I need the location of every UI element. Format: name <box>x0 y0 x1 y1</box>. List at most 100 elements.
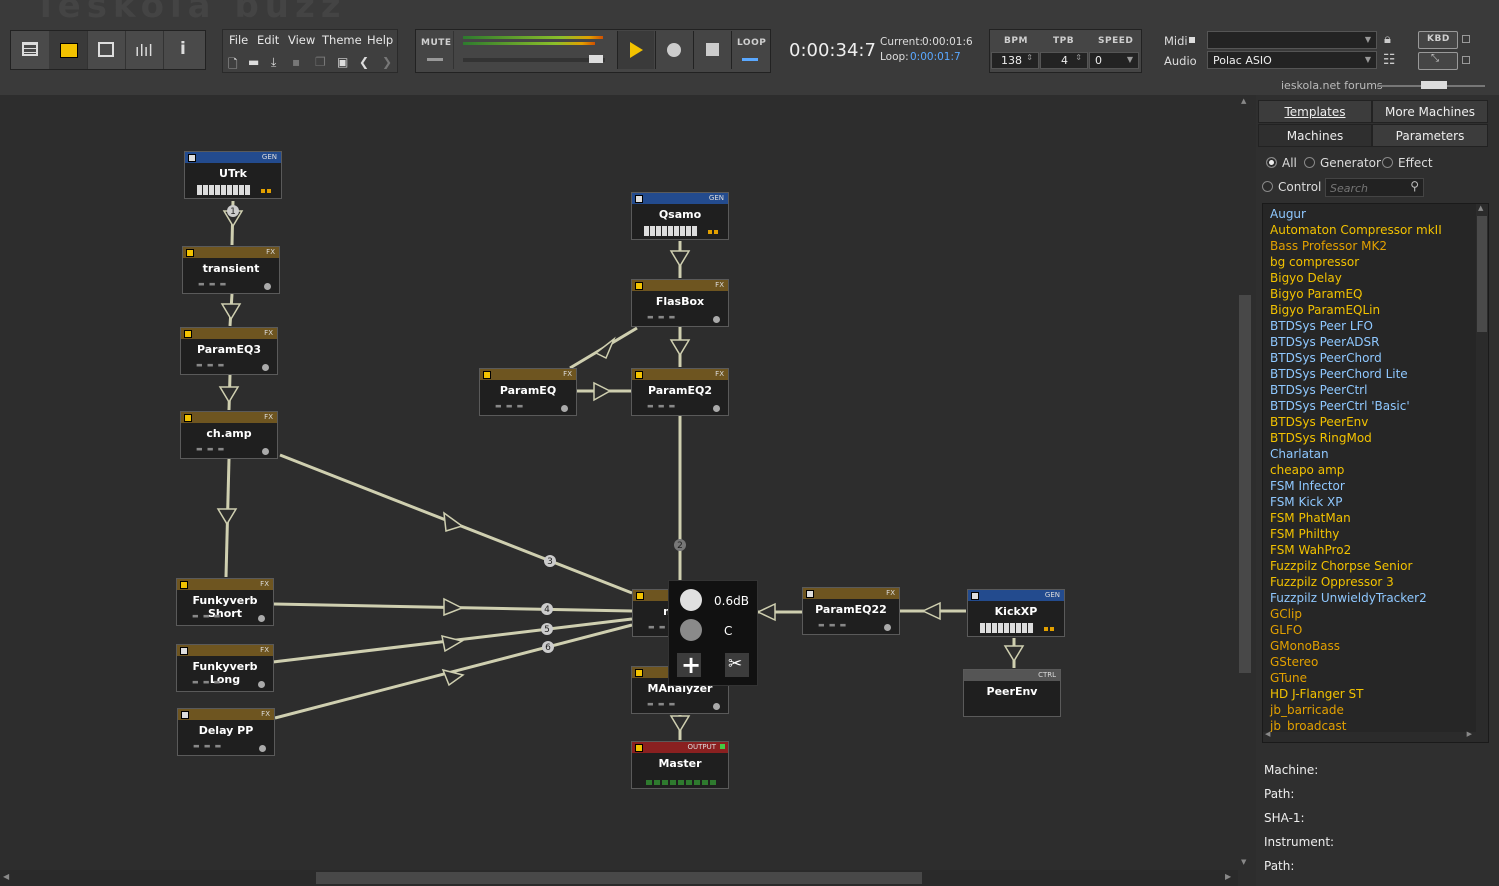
zoom-slider[interactable] <box>1377 81 1485 89</box>
machine-parameq2[interactable]: FX ParamEQ2 ▬ ▬ ▬ <box>631 368 729 416</box>
audio-select[interactable]: Polac ASIO ▼ <box>1207 51 1377 69</box>
machine-list-item[interactable]: GStereo <box>1263 654 1488 670</box>
machine-led[interactable] <box>184 414 192 422</box>
machine-list-item[interactable]: FSM Infector <box>1263 478 1488 494</box>
scroll-right-icon[interactable]: ▶ <box>1467 730 1472 738</box>
add-machine-button[interactable]: + <box>677 651 701 679</box>
machine-list-item[interactable]: Augur <box>1263 206 1488 222</box>
machine-qsamo[interactable]: GEN Qsamo <box>631 192 729 240</box>
machine-view-button[interactable] <box>49 31 88 69</box>
machine-list-item[interactable]: GClip <box>1263 606 1488 622</box>
master-volume-slider[interactable] <box>463 55 605 63</box>
speed-field[interactable]: 0 ▼ <box>1089 52 1139 69</box>
spin-arrows-icon[interactable]: ⇕ <box>1026 53 1033 62</box>
loop-button[interactable]: LOOP <box>731 31 768 69</box>
machine-led[interactable] <box>186 249 194 257</box>
machine-list-item[interactable]: Automaton Compressor mkII <box>1263 222 1488 238</box>
fullscreen-toggle[interactable] <box>1462 56 1470 64</box>
spin-arrows-icon[interactable]: ⇕ <box>1075 53 1082 62</box>
search-icon[interactable]: ⚲ <box>1410 179 1419 193</box>
paste-icon[interactable]: ▣ <box>337 55 348 69</box>
download-icon[interactable]: ⤓ <box>271 55 276 70</box>
pan-knob[interactable] <box>680 619 702 641</box>
machine-list-item[interactable]: BTDSys PeerEnv <box>1263 414 1488 430</box>
machine-led[interactable] <box>483 371 491 379</box>
info-view-button[interactable]: i <box>163 31 205 69</box>
mute-button[interactable]: MUTE <box>417 31 454 69</box>
wavetable-view-button[interactable]: ılıl <box>125 31 164 69</box>
scroll-left-icon[interactable]: ◀ <box>3 872 9 881</box>
disconnect-button[interactable]: ✂ <box>725 653 749 677</box>
forward-arrow-icon[interactable]: ❯ <box>382 55 392 69</box>
canvas-horizontal-thumb[interactable] <box>316 872 922 884</box>
copy-icon[interactable]: ❐ <box>315 55 326 69</box>
machine-list-item[interactable]: Bigyo ParamEQ <box>1263 286 1488 302</box>
machine-led[interactable] <box>635 282 643 290</box>
machine-list-item[interactable]: cheapo amp <box>1263 462 1488 478</box>
machine-led[interactable] <box>635 195 643 203</box>
machine-parameq[interactable]: FX ParamEQ ▬ ▬ ▬ <box>479 368 577 416</box>
stop-button[interactable] <box>693 31 730 69</box>
scroll-up-icon[interactable]: ▲ <box>1478 204 1483 212</box>
tab-more-machines[interactable]: More Machines <box>1372 100 1488 123</box>
scroll-left-icon[interactable]: ◀ <box>1265 730 1270 738</box>
machine-transient[interactable]: FX transient ▬ ▬ ▬ <box>182 246 280 294</box>
machine-list-item[interactable]: Bigyo Delay <box>1263 270 1488 286</box>
machine-list-item[interactable]: GMonoBass <box>1263 638 1488 654</box>
master-volume-handle[interactable] <box>589 55 603 63</box>
machine-list-item[interactable]: Bigyo ParamEQLin <box>1263 302 1488 318</box>
machine-list-item[interactable]: HD J-Flanger ST <box>1263 686 1488 702</box>
machine-delay-pp[interactable]: FX Delay PP ▬ ▬ ▬ <box>177 708 275 756</box>
machine-led[interactable] <box>184 330 192 338</box>
machine-funkyverb-short[interactable]: FX Funkyverb Short ▬ ▬ ▬ <box>176 578 274 626</box>
back-arrow-icon[interactable]: ❮ <box>359 55 369 69</box>
machine-led[interactable] <box>635 371 643 379</box>
zoom-slider-handle[interactable] <box>1421 81 1447 89</box>
machine-champ[interactable]: FX ch.amp ▬ ▬ ▬ <box>180 411 278 459</box>
machine-list[interactable]: Augur Automaton Compressor mkII Bass Profe… <box>1262 203 1489 743</box>
machine-list-item[interactable]: GTune <box>1263 670 1488 686</box>
filter-all-radio[interactable]: All <box>1266 156 1297 170</box>
lock-icon[interactable]: 🔒︎ <box>1384 32 1391 47</box>
machine-kickxp[interactable]: GEN KickXP <box>967 589 1065 637</box>
machine-list-item[interactable]: BTDSys PeerCtrl <box>1263 382 1488 398</box>
save-icon[interactable]: ▪ <box>292 55 300 69</box>
machine-led[interactable] <box>181 711 189 719</box>
new-file-icon[interactable]: 🗋 <box>228 55 238 76</box>
forum-link[interactable]: ieskola.net forums <box>1281 79 1383 92</box>
machine-canvas[interactable]: 1 3 4 5 6 1 0 2 GENUTrk FXtransient ▬ ▬ … <box>0 95 1238 870</box>
menu-view[interactable]: View <box>288 33 315 47</box>
record-button[interactable] <box>655 31 692 69</box>
machine-list-item[interactable]: Charlatan <box>1263 446 1488 462</box>
canvas-vertical-scrollbar[interactable]: ▲ ▼ <box>1238 95 1252 870</box>
fullscreen-button[interactable]: ⤡ <box>1418 52 1458 70</box>
bpm-field[interactable]: 138 ⇕ <box>991 52 1039 69</box>
machine-list-item[interactable]: BTDSys PeerCtrl 'Basic' <box>1263 398 1488 414</box>
machine-list-item[interactable]: Bass Professor MK2 <box>1263 238 1488 254</box>
tab-templates[interactable]: Templates <box>1258 100 1372 123</box>
machine-list-item[interactable]: Fuzzpilz Chorpse Senior <box>1263 558 1488 574</box>
machine-peerenv[interactable]: CTRL PeerEnv <box>963 669 1061 717</box>
kbd-button[interactable]: KBD <box>1418 31 1458 49</box>
machine-list-item[interactable]: FSM PhatMan <box>1263 510 1488 526</box>
machine-list-item[interactable]: Fuzzpilz UnwieldyTracker2 <box>1263 590 1488 606</box>
tab-parameters[interactable]: Parameters <box>1372 124 1488 147</box>
menu-theme[interactable]: Theme <box>322 33 362 47</box>
machine-list-item[interactable]: jb_barricade <box>1263 702 1488 718</box>
machine-list-item[interactable]: BTDSys PeerChord <box>1263 350 1488 366</box>
machine-master[interactable]: OUTPUT Master <box>631 741 729 789</box>
canvas-vertical-thumb[interactable] <box>1239 295 1251 673</box>
machine-list-item[interactable]: Fuzzpilz Oppressor 3 <box>1263 574 1488 590</box>
scroll-down-icon[interactable]: ▼ <box>1241 858 1246 866</box>
scroll-right-icon[interactable]: ▶ <box>1225 872 1231 881</box>
list-vertical-scrollbar[interactable]: ▲ <box>1476 204 1488 742</box>
volume-knob[interactable] <box>680 589 702 611</box>
machine-list-item[interactable]: BTDSys PeerADSR <box>1263 334 1488 350</box>
pattern-view-button[interactable] <box>11 31 50 69</box>
machine-led[interactable] <box>971 592 979 600</box>
machine-list-item[interactable]: FSM Kick XP <box>1263 494 1488 510</box>
menu-help[interactable]: Help <box>367 33 393 47</box>
open-folder-icon[interactable]: ▬ <box>248 55 259 69</box>
list-horizontal-scrollbar[interactable]: ◀ ▶ <box>1263 730 1488 742</box>
machine-funkyverb-long[interactable]: FX Funkyverb Long ▬ ▬ ▬ <box>176 644 274 692</box>
